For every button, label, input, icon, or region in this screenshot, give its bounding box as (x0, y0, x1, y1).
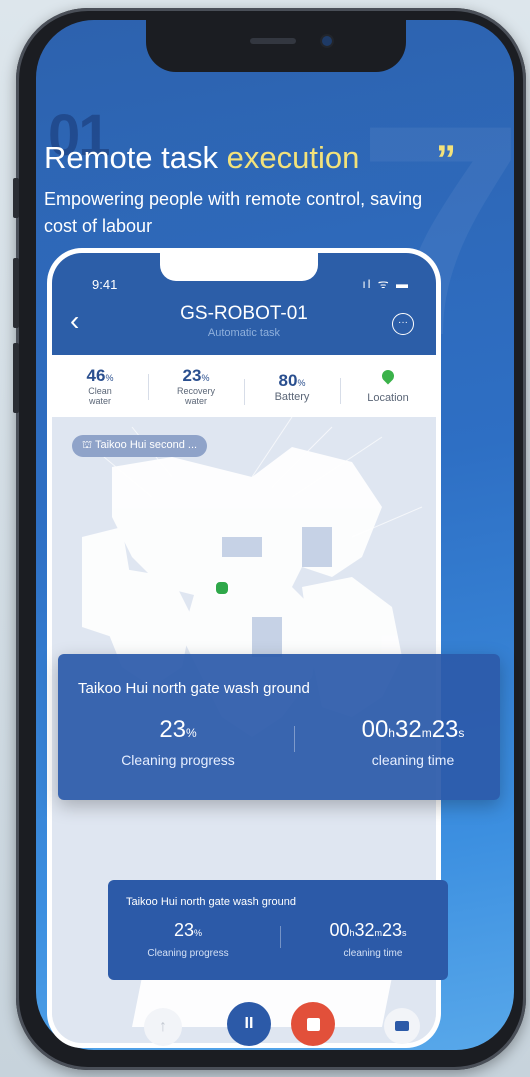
quote-mark-icon: ” (436, 138, 456, 182)
in-app-progress-value: 23% (173, 920, 203, 940)
clean-water-label: Clean water (88, 386, 112, 406)
recovery-water-label: Recovery water (176, 386, 215, 406)
stat-recovery-water: 23% Recovery water (148, 366, 244, 406)
status-time: 9:41 (92, 277, 118, 292)
subheading: Empowering people with remote control, s… (44, 189, 423, 236)
volume-up-button (13, 258, 19, 328)
battery-value: 80% (278, 370, 306, 390)
app-header: 9:41 ıl ᯤ ▬ ‹ GS-ROBOT-01 Automatic task… (52, 253, 436, 355)
in-app-time-value: 00h32m23s (329, 920, 407, 940)
cleaning-progress-label: Cleaning progress (121, 752, 235, 768)
in-app-task-card: Taikoo Hui north gate wash ground 23% 00… (108, 880, 448, 980)
status-icons: ıl ᯤ ▬ (362, 277, 410, 291)
stats-bar: 46% Clean water 23% Recovery water 80% B… (52, 355, 436, 417)
stop-icon (306, 1017, 320, 1031)
location-label: Location (367, 391, 409, 404)
map-location-chip[interactable]: ⛫ Taikoo Hui second ... (72, 435, 208, 457)
in-app-time-label: cleaning time (343, 948, 403, 959)
in-app-card-divider (280, 926, 281, 948)
phone-notch (146, 20, 406, 72)
stat-battery: 80% Battery (244, 370, 340, 405)
pause-button[interactable]: II (227, 1002, 271, 1046)
speaker-grille (250, 38, 296, 44)
cleaning-progress-value: 23% (159, 716, 197, 743)
volume-down-button (13, 343, 19, 413)
stop-button[interactable] (291, 1002, 335, 1046)
building-icon: ⛫ (82, 439, 95, 451)
robot-title: GS-ROBOT-01 (180, 303, 308, 324)
map-chip-label: Taikoo Hui second ... (94, 439, 198, 451)
cleaning-time-label: cleaning time (371, 752, 455, 768)
clean-water-value: 46% (86, 366, 114, 385)
robot-position-marker (214, 580, 230, 596)
mute-switch (13, 178, 19, 218)
pause-icon: II (244, 1015, 254, 1032)
arrow-up-icon: ↑ (159, 1018, 167, 1035)
up-button[interactable]: ↑ (144, 1008, 182, 1046)
headline: Remote task execution (44, 140, 359, 176)
task-title: Taikoo Hui north gate wash ground (78, 680, 310, 697)
task-summary-card: Taikoo Hui north gate wash ground 23% 00… (58, 654, 500, 800)
in-app-progress-label: Cleaning progress (147, 948, 229, 959)
location-pin-icon (379, 367, 397, 384)
inner-phone-notch (160, 253, 318, 281)
recovery-water-value: 23% (182, 366, 210, 385)
battery-label: Battery (274, 390, 310, 403)
headline-highlight: execution (226, 140, 360, 175)
more-options-button[interactable]: ··· (392, 313, 414, 335)
camera-button[interactable] (384, 1008, 420, 1044)
stat-location[interactable]: Location (340, 367, 436, 404)
task-mode-label: Automatic task (207, 327, 281, 339)
video-camera-icon (395, 1021, 409, 1031)
stat-clean-water: 46% Clean water (52, 366, 148, 406)
front-camera-icon (322, 36, 332, 46)
cleaning-time-value: 00h32m23s (361, 716, 465, 743)
headline-text: Remote task (44, 140, 227, 175)
in-app-task-title: Taikoo Hui north gate wash ground (126, 896, 296, 908)
card-divider (294, 726, 295, 752)
